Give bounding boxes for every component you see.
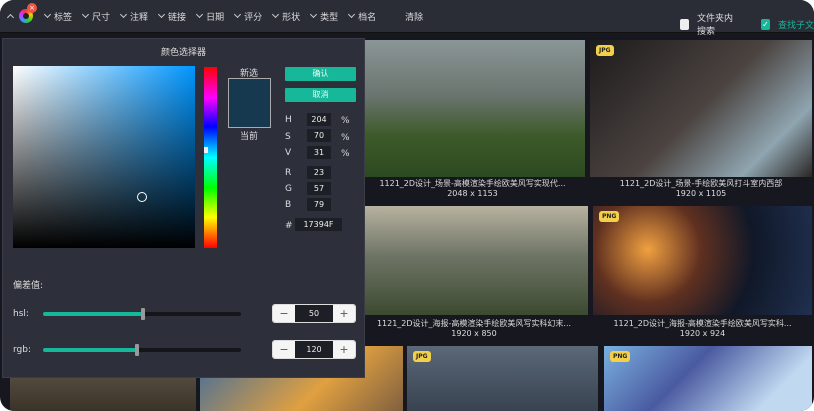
filter-label: 标签 <box>54 12 73 23</box>
hsl-slider-fill <box>43 312 143 316</box>
filter-label: 形状 <box>282 12 301 23</box>
format-badge: JPG <box>596 45 614 56</box>
current-color-label: 当前 <box>240 132 259 142</box>
rgb-slider[interactable] <box>43 344 241 356</box>
s-label: S <box>285 132 291 142</box>
filter-shape[interactable]: 形状 <box>271 10 300 23</box>
cancel-button[interactable]: 取消 <box>285 88 356 102</box>
filter-label: 日期 <box>206 12 225 23</box>
rgb-label: rgb: <box>13 345 31 355</box>
filter-tag[interactable]: 标签 <box>43 10 72 23</box>
format-badge: JPG <box>413 351 431 362</box>
percent-unit: % <box>341 149 350 159</box>
image-thumbnail[interactable]: JPG <box>407 346 598 411</box>
image-thumbnail[interactable]: JPG <box>590 40 812 177</box>
r-input[interactable]: 23 <box>307 166 331 179</box>
image-caption: 1121_2D设计_海报-高模渲染手绘欧美风写实科... 1920 x 924 <box>613 319 792 338</box>
chevron-down-icon <box>158 10 166 19</box>
remove-color-icon[interactable]: × <box>27 3 37 13</box>
color-picker-dialog: 颜色选择器 新选 当前 确认 取消 H 204 % S 70 % V 31 % … <box>2 38 365 378</box>
format-badge: PNG <box>610 351 631 362</box>
filter-label: 类型 <box>320 12 339 23</box>
tolerance-label: 偏差值: <box>13 281 44 291</box>
hsl-label: hsl: <box>13 309 29 319</box>
hex-input[interactable]: 17394F <box>295 218 342 231</box>
image-caption: 1121_2D设计_场景-手绘欧美风打斗室内西部 1920 x 1105 <box>619 179 783 198</box>
filter-size[interactable]: 尺寸 <box>81 10 110 23</box>
chevron-down-icon <box>310 10 318 19</box>
image-thumbnail[interactable] <box>340 40 585 177</box>
percent-unit: % <box>341 133 350 143</box>
filter-label: 档名 <box>358 12 377 23</box>
chevron-down-icon <box>348 10 356 19</box>
g-label: G <box>285 184 292 194</box>
find-subfolder-label: 查找子文 <box>777 20 814 31</box>
v-input[interactable]: 31 <box>307 146 331 159</box>
filter-note[interactable]: 注释 <box>119 10 148 23</box>
folder-search-label: 文件夹内搜索 <box>696 14 733 37</box>
b-label: B <box>285 200 292 210</box>
chevron-down-icon <box>43 10 52 19</box>
hue-handle[interactable] <box>204 147 208 153</box>
g-input[interactable]: 57 <box>307 182 331 195</box>
image-caption: 1121_2D设计_海报-高模渲染手绘欧美风写实科幻末... 1920 x 850 <box>376 319 572 338</box>
hsl-stepper: −50 + <box>272 304 356 323</box>
chevron-down-icon <box>119 10 128 19</box>
filter-rating[interactable]: 评分 <box>233 10 262 23</box>
filter-toolbar: × 标签 尺寸 注释 链接 日期 评分 形状 类型 档名 清除 文件夹内搜索 ✓… <box>0 0 814 37</box>
filter-filename[interactable]: 档名 <box>347 10 376 23</box>
clear-button[interactable]: 清除 <box>405 10 423 23</box>
color-filter-icon[interactable]: × <box>19 3 37 23</box>
filter-label: 链接 <box>168 12 187 23</box>
increment-button[interactable]: + <box>333 305 355 322</box>
saturation-value-area[interactable] <box>13 66 195 248</box>
image-thumbnail[interactable]: PNG <box>593 206 812 315</box>
color-preview-swatch <box>228 78 271 128</box>
h-label: H <box>285 115 292 125</box>
color-cursor[interactable] <box>137 192 147 202</box>
hue-slider[interactable] <box>204 67 217 248</box>
decrement-button[interactable]: − <box>273 305 295 322</box>
decrement-button[interactable]: − <box>273 341 295 358</box>
rgb-slider-thumb[interactable] <box>135 344 139 356</box>
hash-label: # <box>285 221 293 231</box>
collapse-icon[interactable] <box>6 13 15 22</box>
r-label: R <box>285 168 292 178</box>
chevron-down-icon <box>272 10 280 19</box>
hsl-value[interactable]: 50 <box>295 305 333 322</box>
image-thumbnail[interactable] <box>340 206 588 315</box>
increment-button[interactable]: + <box>333 341 355 358</box>
filter-label: 尺寸 <box>92 12 111 23</box>
rgb-stepper: −120 + <box>272 340 356 359</box>
filter-link[interactable]: 链接 <box>157 10 186 23</box>
hsl-slider-thumb[interactable] <box>141 308 145 320</box>
folder-search-checkbox[interactable] <box>680 18 689 30</box>
percent-unit: % <box>341 116 350 126</box>
filter-date[interactable]: 日期 <box>195 10 224 23</box>
chevron-down-icon <box>81 10 90 19</box>
h-input[interactable]: 204 <box>307 113 331 126</box>
app-window: × 标签 尺寸 注释 链接 日期 评分 形状 类型 档名 清除 文件夹内搜索 ✓… <box>0 0 814 411</box>
chevron-down-icon <box>234 10 242 19</box>
confirm-button[interactable]: 确认 <box>285 67 356 81</box>
b-input[interactable]: 79 <box>307 198 331 211</box>
filter-label: 评分 <box>244 12 263 23</box>
filter-label: 注释 <box>130 12 149 23</box>
hsl-slider[interactable] <box>43 308 241 320</box>
rgb-value[interactable]: 120 <box>295 341 333 358</box>
filter-type[interactable]: 类型 <box>309 10 338 23</box>
dialog-title: 颜色选择器 <box>160 48 206 58</box>
find-subfolder-checkbox[interactable]: ✓ <box>761 18 770 30</box>
chevron-down-icon <box>196 10 204 19</box>
image-caption: 1121_2D设计_场景-高模渲染手绘欧美风写实现代... 2048 x 1153 <box>379 179 566 198</box>
v-label: V <box>285 148 292 158</box>
image-thumbnail[interactable]: PNG <box>604 346 812 411</box>
format-badge: PNG <box>599 211 620 222</box>
s-input[interactable]: 70 <box>307 129 331 142</box>
rgb-slider-fill <box>43 348 137 352</box>
